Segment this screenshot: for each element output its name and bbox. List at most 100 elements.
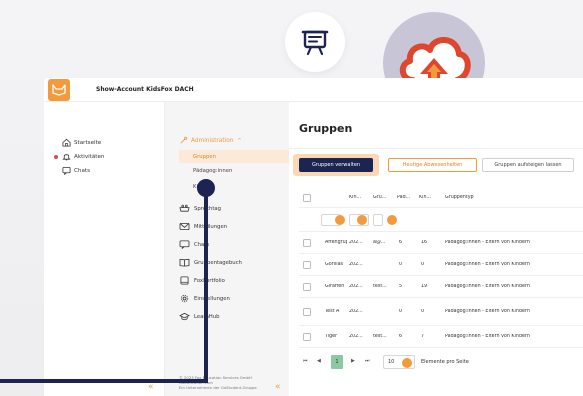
cell-kids: 19 xyxy=(421,284,428,289)
table-row[interactable]: Giraffen 202... test... 5 19 Pädagog:inn… xyxy=(299,276,583,298)
todays-absences-button[interactable]: Heutige Abwesenheiten xyxy=(388,158,477,172)
presentation-icon-badge xyxy=(285,12,345,72)
cell-kids: 7 xyxy=(421,334,425,339)
filter-dropdown-icon[interactable] xyxy=(335,215,345,225)
first-page-button[interactable]: ⏮ xyxy=(303,358,308,364)
nav-section-administration[interactable]: Administration ^ xyxy=(179,136,242,145)
cell-year: 202... xyxy=(349,262,363,267)
mail-icon xyxy=(179,222,190,231)
nav-item-mitteilungen[interactable]: Mitteilungen xyxy=(179,222,227,231)
nav-item-label: Chats xyxy=(194,241,210,248)
cell-group: test... xyxy=(373,284,387,289)
page-size-label: Elemente pro Seite xyxy=(421,359,469,365)
pagination: ⏮ ◀ 1 ▶ ⏭ 10 Elemente pro Seite xyxy=(299,353,583,373)
cell-ped: 0 xyxy=(399,262,403,267)
footer-copyright: © 2023 Fox Education Services GmbH foxed… xyxy=(179,375,257,390)
row-checkbox[interactable] xyxy=(303,261,311,269)
table-row[interactable]: Test A 202... 0 0 Pädagog:innen - Eltern… xyxy=(299,298,583,326)
nav-item-learnhub[interactable]: LearnHub xyxy=(179,312,220,321)
chevron-down-icon xyxy=(402,358,412,368)
nav-item-gruppentagebuch[interactable]: Gruppentagebuch xyxy=(179,258,242,267)
cell-ped: 5 xyxy=(399,284,403,289)
filter-dropdown-icon[interactable] xyxy=(387,215,397,225)
cell-year: 202... xyxy=(349,309,363,314)
nav-item-startseite[interactable]: Startseite xyxy=(62,138,101,147)
cell-name: Tiger xyxy=(325,334,338,339)
sub-nav-item-paedagoginnen[interactable]: Pädagog:innen xyxy=(193,168,232,174)
account-name: Show-Account KidsFox DACH xyxy=(96,86,194,93)
nav-item-chats-sub[interactable]: Chats xyxy=(179,240,209,249)
cell-ped: 6 xyxy=(399,240,403,245)
meeting-icon xyxy=(179,204,190,212)
graduation-cap-icon xyxy=(179,312,190,321)
cell-group: a@... xyxy=(373,240,386,245)
cell-name: Gorillas xyxy=(325,262,344,267)
nav-item-label: Einstellungen xyxy=(194,295,230,302)
cell-year: 202... xyxy=(349,284,363,289)
sub-nav-item-gruppen[interactable]: Gruppen xyxy=(179,150,289,163)
top-bar: Show-Account KidsFox DACH xyxy=(44,78,583,102)
cell-type: Pädagog:innen - Eltern von Kindern xyxy=(445,334,530,339)
last-page-button[interactable]: ⏭ xyxy=(365,358,370,364)
prev-page-button[interactable]: ◀ xyxy=(317,358,321,364)
nav-item-label: Gruppentagebuch xyxy=(194,259,242,266)
column-header[interactable]: Päd... xyxy=(397,195,410,200)
nav-item-einstellungen[interactable]: Einstellungen xyxy=(179,294,230,303)
sub-nav-item-kinder[interactable]: Kinder xyxy=(193,184,210,190)
home-icon xyxy=(62,138,71,147)
kidsfox-logo[interactable] xyxy=(48,78,70,101)
cell-year: 202... xyxy=(349,334,363,339)
collapse-subnav-button[interactable]: « xyxy=(275,382,281,392)
page-size-value: 10 xyxy=(388,359,395,365)
manage-groups-button[interactable]: Gruppen verwalten xyxy=(299,158,373,172)
select-all-checkbox[interactable] xyxy=(303,194,311,202)
cell-name: Affengruppe xyxy=(325,240,347,245)
book-icon xyxy=(179,258,190,267)
chevron-up-icon: ^ xyxy=(237,137,242,144)
nav-item-aktivitaeten[interactable]: Aktivitäten xyxy=(62,152,104,161)
column-header[interactable]: Gru... xyxy=(373,195,386,200)
page-title: Gruppen xyxy=(299,122,353,135)
cell-group: test... xyxy=(373,334,387,339)
nav-item-foxportfolio[interactable]: FoxPortfolio xyxy=(179,276,225,285)
nav-item-chats[interactable]: Chats xyxy=(62,166,90,175)
tools-icon xyxy=(180,136,188,144)
nav-item-label: Sprechtag xyxy=(194,205,221,212)
cell-kids: 0 xyxy=(421,309,425,314)
table-row[interactable]: Gorillas 202... 0 0 Pädagog:innen - Elte… xyxy=(299,254,583,276)
page-size-select[interactable]: 10 xyxy=(383,355,415,369)
table-row[interactable]: Affengruppe 202... a@... 6 16 Pädagog:in… xyxy=(299,232,583,254)
nav-item-label: Startseite xyxy=(74,139,102,146)
fox-logo-icon xyxy=(52,83,66,96)
row-checkbox[interactable] xyxy=(303,239,311,247)
cell-name: Giraffen xyxy=(325,284,345,289)
cell-kids: 0 xyxy=(421,262,425,267)
cell-ped: 0 xyxy=(399,309,403,314)
column-header[interactable]: Kin... xyxy=(349,195,361,200)
notification-dot xyxy=(54,155,58,159)
chat-icon xyxy=(179,240,190,249)
row-checkbox[interactable] xyxy=(303,308,311,316)
presentation-icon xyxy=(301,30,329,56)
next-page-button[interactable]: ▶ xyxy=(351,358,355,364)
table-row[interactable]: Tiger 202... test... 6 7 Pädagog:innen -… xyxy=(299,326,583,348)
nav-item-sprechtag[interactable]: Sprechtag xyxy=(179,204,221,213)
cell-kids: 16 xyxy=(421,240,428,245)
filter-dropdown-icon[interactable] xyxy=(357,215,367,225)
app-window: Show-Account KidsFox DACH Startseite Akt… xyxy=(44,78,583,396)
collapse-sidebar-button[interactable]: « xyxy=(148,382,154,392)
nav-item-label: LearnHub xyxy=(194,313,220,320)
current-page[interactable]: 1 xyxy=(331,355,343,369)
column-header[interactable]: Gruppentyp xyxy=(445,195,474,200)
divider xyxy=(289,148,583,149)
cell-type: Pädagog:innen - Eltern von Kindern xyxy=(445,240,530,245)
column-header[interactable]: Kin... xyxy=(419,195,431,200)
bell-icon xyxy=(62,154,71,161)
footer-line: Ein Unternehmen der GoStudent-Gruppe xyxy=(179,385,257,390)
promote-groups-button[interactable]: Gruppen aufsteigen lassen xyxy=(482,158,574,172)
cell-ped: 6 xyxy=(399,334,403,339)
filter-input[interactable] xyxy=(373,214,383,226)
row-checkbox[interactable] xyxy=(303,333,311,341)
row-checkbox[interactable] xyxy=(303,283,311,291)
nav-item-label: Mitteilungen xyxy=(194,223,228,230)
